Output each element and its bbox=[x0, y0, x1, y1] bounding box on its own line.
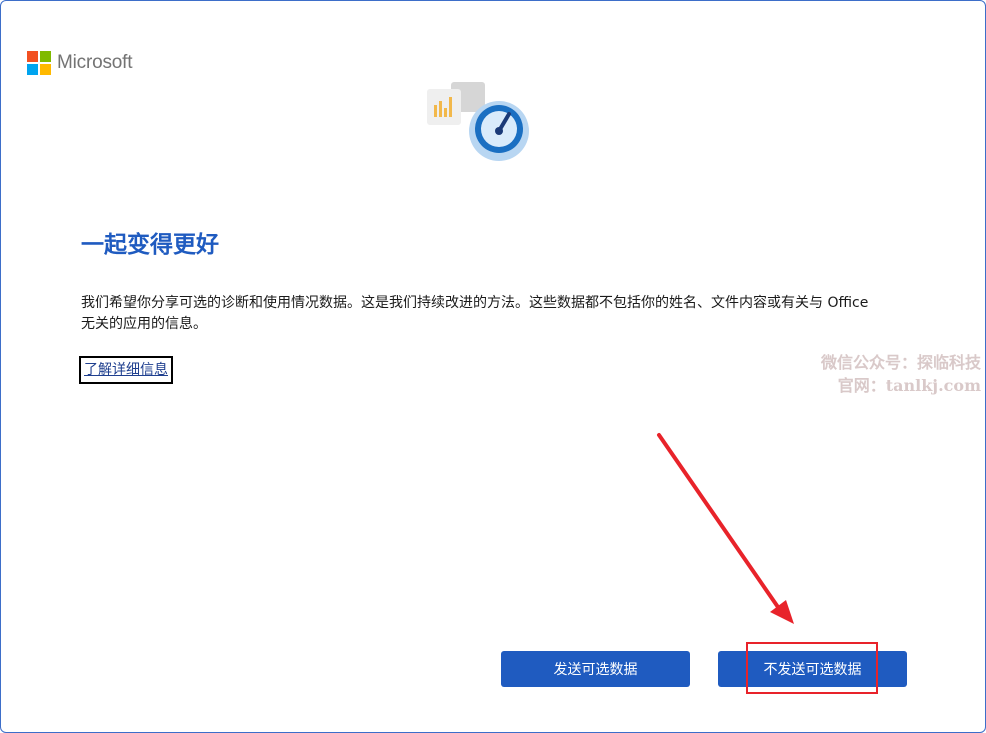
microsoft-logo: Microsoft bbox=[27, 51, 132, 75]
dont-send-optional-data-button[interactable]: 不发送可选数据 bbox=[718, 651, 907, 687]
send-optional-data-button[interactable]: 发送可选数据 bbox=[501, 651, 690, 687]
page-title: 一起变得更好 bbox=[81, 232, 219, 258]
watermark: 微信公众号：探临科技 官网：tanlkj.com bbox=[821, 351, 981, 397]
chart-and-speedometer-icon bbox=[427, 82, 529, 161]
microsoft-logo-text: Microsoft bbox=[57, 52, 133, 73]
watermark-line-2: 官网：tanlkj.com bbox=[837, 376, 981, 395]
privacy-description: 我们希望你分享可选的诊断和使用情况数据。这是我们持续改进的方法。这些数据都不包括… bbox=[81, 295, 869, 332]
learn-more-link[interactable]: 了解详细信息 bbox=[79, 356, 173, 384]
microsoft-logo-icon bbox=[27, 51, 51, 75]
watermark-line-1: 微信公众号：探临科技 bbox=[820, 353, 981, 372]
office-privacy-dialog: Microsoft 一起变得更好 我们希望你分享可选的诊断和使用情况数据。这是我… bbox=[0, 0, 986, 733]
